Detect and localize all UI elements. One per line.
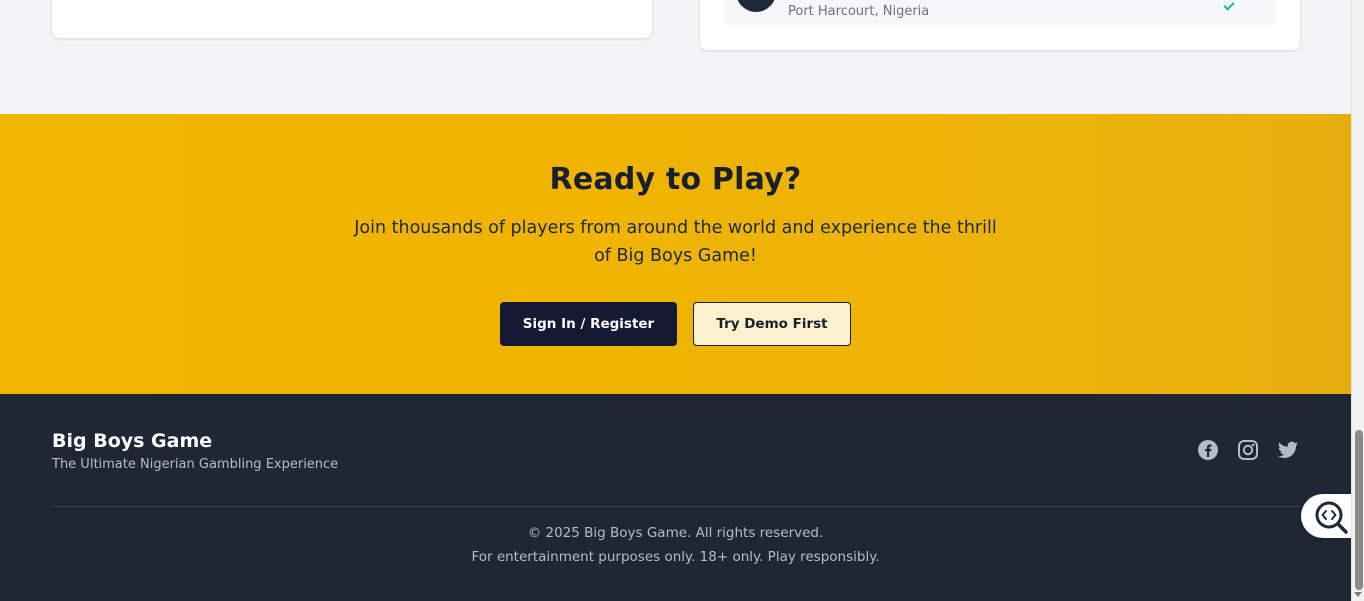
cta-section: Ready to Play? Join thousands of players…	[0, 114, 1351, 394]
disclaimer-text: For entertainment purposes only. 18+ onl…	[471, 549, 880, 565]
facebook-icon[interactable]	[1197, 439, 1219, 461]
instagram-icon[interactable]	[1237, 439, 1259, 461]
cta-title: Ready to Play?	[549, 162, 802, 197]
try-demo-button[interactable]: Try Demo First	[693, 302, 851, 346]
copyright-text: © 2025 Big Boys Game. All rights reserve…	[527, 525, 824, 541]
sign-in-register-button[interactable]: Sign In / Register	[500, 302, 677, 346]
scroll-down-arrow-icon[interactable]	[1354, 592, 1362, 597]
scrollbar[interactable]	[1351, 0, 1364, 601]
twitter-icon[interactable]	[1277, 439, 1299, 461]
scrollbar-thumb[interactable]	[1355, 430, 1363, 590]
footer-tagline: The Ultimate Nigerian Gambling Experienc…	[52, 457, 339, 472]
footer: Big Boys Game The Ultimate Nigerian Gamb…	[0, 394, 1351, 601]
cta-description: Join thousands of players from around th…	[354, 218, 997, 266]
testimonials-section-end: Port Harcourt, Nigeria	[0, 0, 1351, 114]
building-icon	[736, 0, 776, 12]
info-card	[52, 0, 652, 38]
location-row: Port Harcourt, Nigeria	[724, 0, 1276, 25]
location-card: Port Harcourt, Nigeria	[700, 0, 1300, 50]
footer-brand-name: Big Boys Game	[52, 430, 213, 452]
location-text: Port Harcourt, Nigeria	[788, 4, 930, 19]
check-icon	[1223, 0, 1235, 11]
page: Port Harcourt, Nigeria Ready to Play? Jo…	[0, 0, 1364, 601]
footer-divider	[52, 506, 1300, 507]
